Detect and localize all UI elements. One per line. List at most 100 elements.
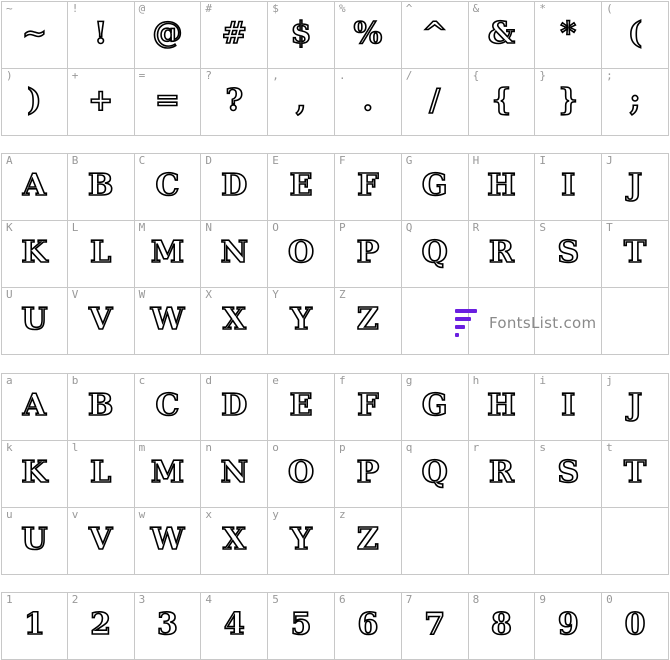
glyph-sample: U xyxy=(21,521,49,558)
glyph-cell xyxy=(535,508,603,574)
lower-row: uUvVwWxXyYzZ xyxy=(1,507,669,575)
glyph-cell: / / xyxy=(402,69,469,135)
glyph-sample: U xyxy=(21,301,49,338)
glyph-sample: V xyxy=(88,521,113,558)
glyph-sample: A xyxy=(22,167,47,204)
glyph-cell: DD xyxy=(201,154,269,220)
glyph-cell: !! xyxy=(68,2,135,68)
lower-row: kKlLmMnNoOpPqQrRsStT xyxy=(1,440,669,507)
glyph-sample: K xyxy=(21,454,49,491)
glyph-cell: YY xyxy=(268,288,335,354)
glyph-sample: Q xyxy=(421,234,449,271)
lowercase-grid: aAbBcCdDeEfFgGhHiIjJkKlLmMnNoOpPqQrRsStT… xyxy=(1,373,669,575)
glyph-cell: UU xyxy=(1,288,68,354)
glyph-cell: rR xyxy=(469,441,536,507)
glyph-cell: SS xyxy=(535,221,603,287)
glyph-cell: II xyxy=(535,154,603,220)
glyph-sample: E xyxy=(289,387,313,424)
glyph-cell: eE xyxy=(268,374,335,440)
glyph-sample: } xyxy=(558,82,579,119)
glyph-cell: 88 xyxy=(469,593,536,659)
glyph-cell: ,, xyxy=(268,69,335,135)
glyph-cell: WW xyxy=(135,288,202,354)
logo-text: FontsList.com xyxy=(489,314,597,332)
glyph-sample: G xyxy=(421,387,448,424)
glyph-sample: T xyxy=(623,234,647,271)
glyph-cell: 55 xyxy=(268,593,335,659)
glyph-cell: (( xyxy=(602,2,669,68)
glyph-sample: 8 xyxy=(490,606,512,643)
glyph-cell: MM xyxy=(135,221,202,287)
upper-row: AABBCCDDEEFFGGHHIIJJ xyxy=(1,153,669,220)
glyph-cell: bB xyxy=(68,374,135,440)
glyph-sample: I xyxy=(560,387,576,424)
glyph-sample: 6 xyxy=(357,606,379,643)
glyph-cell: %% xyxy=(335,2,402,68)
glyph-sample: M xyxy=(150,454,185,491)
glyph-sample: R xyxy=(488,454,515,491)
glyph-sample: O xyxy=(287,234,315,271)
glyph-sample: C xyxy=(155,167,180,204)
glyph-cell: PP xyxy=(335,221,402,287)
glyph-sample: K xyxy=(21,234,49,271)
glyph-cell: QQ xyxy=(402,221,469,287)
glyph-cell: xX xyxy=(201,508,269,574)
glyph-cell: lL xyxy=(68,441,135,507)
glyph-cell: kK xyxy=(1,441,68,507)
glyph-cell: 00 xyxy=(602,593,669,659)
glyph-sample: 4 xyxy=(223,606,245,643)
glyph-sample: ! xyxy=(93,15,108,52)
glyph-cell: 77 xyxy=(402,593,469,659)
glyph-sample: % xyxy=(353,15,383,52)
glyph-sample: F xyxy=(356,167,379,204)
glyph-cell: .. xyxy=(335,69,402,135)
glyph-sample: S xyxy=(557,234,580,271)
glyph-cell: # # xyxy=(201,2,269,68)
symbols-row: )) + + = =??,,.. / /{{}};; xyxy=(1,68,669,136)
glyph-sample: ; xyxy=(629,82,642,119)
glyph-cell: & & xyxy=(469,2,536,68)
glyph-sample: . xyxy=(362,82,374,119)
glyph-cell xyxy=(402,508,469,574)
glyph-cell: zZ xyxy=(335,508,402,574)
glyph-sample: 9 xyxy=(557,606,579,643)
glyph-cell: qQ xyxy=(402,441,469,507)
glyph-cell: ZZ xyxy=(335,288,402,354)
glyph-sample: ( xyxy=(627,15,643,52)
fontslist-logo-icon xyxy=(455,309,479,337)
glyph-cell: JJ xyxy=(602,154,669,220)
glyph-cell: EE xyxy=(268,154,335,220)
glyph-cell: KK xyxy=(1,221,68,287)
glyph-sample: V xyxy=(88,301,113,338)
glyph-cell: wW xyxy=(135,508,202,574)
glyph-sample: A xyxy=(22,387,47,424)
glyph-cell: mM xyxy=(135,441,202,507)
glyph-cell: NN xyxy=(201,221,269,287)
glyph-sample: @ xyxy=(152,15,184,52)
glyph-sample: O xyxy=(287,454,315,491)
glyph-sample: # xyxy=(221,15,248,52)
glyph-sample: ^ xyxy=(421,15,448,52)
glyph-sample: S xyxy=(557,454,580,491)
glyph-cell: = = xyxy=(135,69,202,135)
glyph-cell: )) xyxy=(1,69,68,135)
glyph-cell: OO xyxy=(268,221,335,287)
glyph-cell: {{ xyxy=(469,69,536,135)
glyph-cell: tT xyxy=(602,441,669,507)
glyph-cell: BB xyxy=(68,154,135,220)
glyph-sample: Y xyxy=(290,521,313,558)
glyph-sample: & xyxy=(487,15,516,52)
glyph-sample: Z xyxy=(356,521,380,558)
glyph-cell: nN xyxy=(201,441,269,507)
fontslist-logo[interactable]: FontsList.com xyxy=(455,309,596,337)
glyph-sample: P xyxy=(356,234,380,271)
glyph-cell: HH xyxy=(469,154,536,220)
glyph-sample: 1 xyxy=(23,606,45,643)
glyph-sample: 3 xyxy=(156,606,178,643)
glyph-cell: TT xyxy=(602,221,669,287)
glyph-cell: ~ ~ xyxy=(1,2,68,68)
glyph-cell: FF xyxy=(335,154,402,220)
glyph-sample: W xyxy=(150,301,185,338)
symbols-grid: ~ ~!! @ @ # # $ $%% ^ ^ & & * *(()) + + = =??,,.. / /{{}};; xyxy=(1,1,669,136)
glyph-cell: 44 xyxy=(201,593,269,659)
